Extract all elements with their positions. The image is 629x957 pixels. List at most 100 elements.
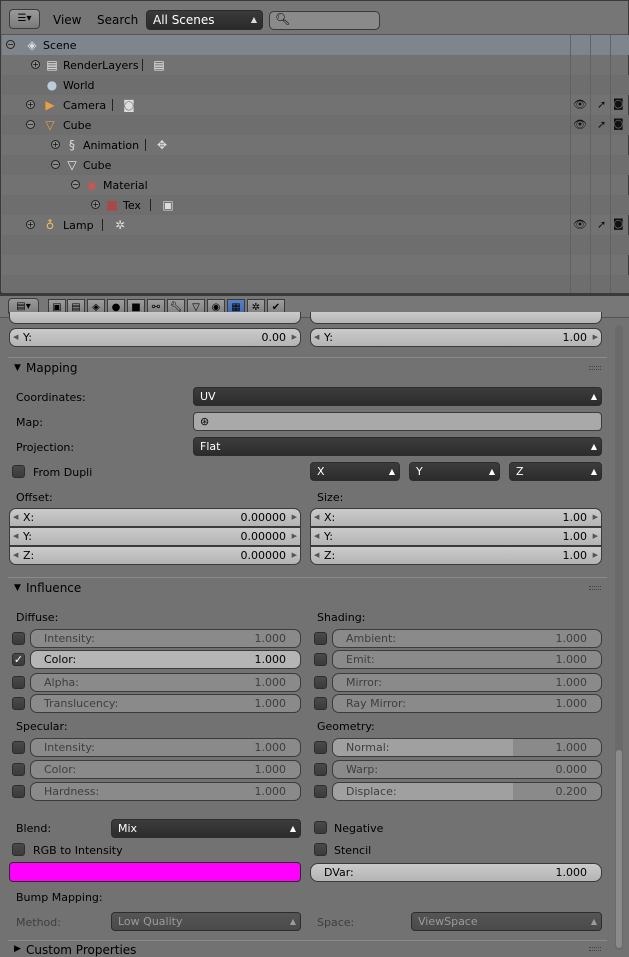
tree-row[interactable] <box>2 75 629 95</box>
bump-method-dropdown[interactable]: Low Quality ▲ <box>111 912 301 931</box>
hardness-checkbox[interactable] <box>12 785 25 798</box>
ray-mirror-checkbox[interactable] <box>314 697 327 710</box>
tree-label-cube-object[interactable]: Cube <box>63 119 91 132</box>
collapse-toggle[interactable]: − <box>51 160 60 169</box>
influence-panel-header[interactable]: ▼ Influence <box>8 577 607 597</box>
cursor-icon[interactable]: ➚ <box>597 118 606 131</box>
bump-space-dropdown[interactable]: ViewSpace ▲ <box>411 912 602 931</box>
lamp-data-icon[interactable]: ✲ <box>112 217 128 233</box>
diffuse-alpha-checkbox[interactable] <box>12 676 25 689</box>
scrollbar-thumb[interactable] <box>616 750 622 948</box>
specular-color-checkbox[interactable] <box>12 763 25 776</box>
displace-checkbox[interactable] <box>314 785 327 798</box>
eye-icon[interactable]: 👁︎ <box>573 118 587 131</box>
cursor-icon[interactable]: ➚ <box>597 218 606 231</box>
tree-label-scene[interactable]: Scene <box>43 39 77 52</box>
crop-y-field[interactable]: ◀ Y: 0.00 ▶ <box>9 328 301 347</box>
collapse-toggle[interactable]: − <box>71 180 80 189</box>
offset-y-field[interactable]: ◀ Y: 0.00000 ▶ <box>9 527 301 546</box>
tree-label-lamp[interactable]: Lamp <box>63 219 94 232</box>
tree-row[interactable] <box>2 35 629 55</box>
drag-grip-icon[interactable] <box>589 586 601 590</box>
emit-slider[interactable]: Emit: 1.000 <box>332 650 602 669</box>
from-dupli-checkbox[interactable] <box>12 465 25 478</box>
negative-checkbox[interactable] <box>314 821 327 834</box>
mapping-y-dropdown[interactable]: Y ▲ <box>409 462 500 481</box>
mapping-panel-header[interactable]: ▼ Mapping <box>8 357 607 377</box>
warp-slider[interactable]: Warp: 0.000 <box>332 760 602 779</box>
diffuse-color-checkbox[interactable]: ✓ <box>12 653 25 666</box>
offset-z-field[interactable]: ◀ Z: 0.00000 ▶ <box>9 546 301 565</box>
mirror-slider[interactable]: Mirror: 1.000 <box>332 673 602 692</box>
renderlayers-icon[interactable]: ▤ <box>151 57 167 73</box>
tree-label-animation[interactable]: Animation <box>83 139 139 152</box>
displace-slider[interactable]: Displace: 0.200 <box>332 782 602 801</box>
ambient-slider[interactable]: Ambient: 1.000 <box>332 629 602 648</box>
specular-intensity-slider[interactable]: Intensity: 1.000 <box>30 738 301 757</box>
custom-properties-panel-header[interactable]: ▶ Custom Properties <box>8 940 607 957</box>
map-field[interactable]: ⊛ <box>193 412 602 431</box>
hardness-slider[interactable]: Hardness: 1.000 <box>30 782 301 801</box>
tree-row[interactable] <box>2 215 629 235</box>
ambient-checkbox[interactable] <box>314 632 327 645</box>
tree-label-cube-mesh[interactable]: Cube <box>83 159 111 172</box>
repeat-y-field[interactable]: ◀ Y: 1.00 ▶ <box>310 328 602 347</box>
size-x-field[interactable]: ◀ X: 1.00 ▶ <box>310 508 602 527</box>
specular-color-slider[interactable]: Color: 1.000 <box>30 760 301 779</box>
drag-grip-icon[interactable] <box>589 947 601 951</box>
size-y-field[interactable]: ◀ Y: 1.00 ▶ <box>310 527 602 546</box>
coordinates-dropdown[interactable]: UV ▲ <box>193 387 602 406</box>
properties-scrollbar[interactable] <box>615 325 623 950</box>
drag-grip-icon[interactable] <box>589 366 601 370</box>
image-icon[interactable]: ▣ <box>160 197 176 213</box>
diffuse-color-slider[interactable]: Color: 1.000 <box>30 650 301 669</box>
collapse-toggle[interactable]: − <box>6 40 15 49</box>
diffuse-translucency-checkbox[interactable] <box>12 697 25 710</box>
stencil-checkbox[interactable] <box>314 843 327 856</box>
emit-checkbox[interactable] <box>314 653 327 666</box>
eye-icon[interactable]: 👁︎ <box>573 218 587 231</box>
expand-toggle[interactable]: + <box>31 60 40 69</box>
offset-x-field[interactable]: ◀ X: 0.00000 ▶ <box>9 508 301 527</box>
cursor-icon[interactable]: ➚ <box>597 98 606 111</box>
tree-label-world[interactable]: World <box>63 79 95 92</box>
texture-color-swatch[interactable] <box>9 862 301 882</box>
tree-row[interactable] <box>2 115 629 135</box>
diffuse-alpha-slider[interactable]: Alpha: 1.000 <box>30 673 301 692</box>
ray-mirror-slider[interactable]: Ray Mirror: 1.000 <box>332 694 602 713</box>
action-icon[interactable]: ✥ <box>154 137 170 153</box>
search-menu[interactable]: Search <box>97 13 138 27</box>
outliner-search-field[interactable]: 🔍︎ <box>269 11 380 30</box>
warp-checkbox[interactable] <box>314 763 327 776</box>
diffuse-intensity-slider[interactable]: Intensity: 1.000 <box>30 629 301 648</box>
render-icon[interactable]: ◙ <box>613 117 624 130</box>
expand-toggle[interactable]: + <box>91 200 100 209</box>
size-z-field[interactable]: ◀ Z: 1.00 ▶ <box>310 546 602 565</box>
rgb-to-intensity-checkbox[interactable] <box>12 843 25 856</box>
dvar-field[interactable]: DVar: 1.000 <box>310 863 602 882</box>
collapse-toggle[interactable]: − <box>26 120 35 129</box>
specular-intensity-checkbox[interactable] <box>12 741 25 754</box>
eye-icon[interactable]: 👁︎ <box>573 98 587 111</box>
blend-dropdown[interactable]: Mix ▲ <box>111 819 301 838</box>
projection-dropdown[interactable]: Flat ▲ <box>193 437 602 456</box>
camera-data-icon[interactable]: ◙ <box>121 97 137 113</box>
tree-label-tex[interactable]: Tex <box>123 199 141 212</box>
render-icon[interactable]: ◙ <box>613 97 624 110</box>
render-icon[interactable]: ◙ <box>613 217 624 230</box>
diffuse-intensity-checkbox[interactable] <box>12 632 25 645</box>
scene-filter-dropdown[interactable]: All Scenes ▲ <box>146 10 263 30</box>
tree-label-camera[interactable]: Camera <box>63 99 106 112</box>
normal-checkbox[interactable] <box>314 741 327 754</box>
expand-toggle[interactable]: + <box>26 220 35 229</box>
mirror-checkbox[interactable] <box>314 676 327 689</box>
editor-type-button[interactable]: ☰▾ <box>9 9 40 29</box>
normal-slider[interactable]: Normal: 1.000 <box>332 738 602 757</box>
tree-label-material[interactable]: Material <box>103 179 148 192</box>
expand-toggle[interactable]: + <box>51 140 60 149</box>
tree-label-renderlayers[interactable]: RenderLayers <box>63 59 139 72</box>
view-menu[interactable]: View <box>53 13 81 27</box>
diffuse-translucency-slider[interactable]: Translucency: 1.000 <box>30 694 301 713</box>
mapping-x-dropdown[interactable]: X ▲ <box>310 462 400 481</box>
mapping-z-dropdown[interactable]: Z ▲ <box>509 462 602 481</box>
